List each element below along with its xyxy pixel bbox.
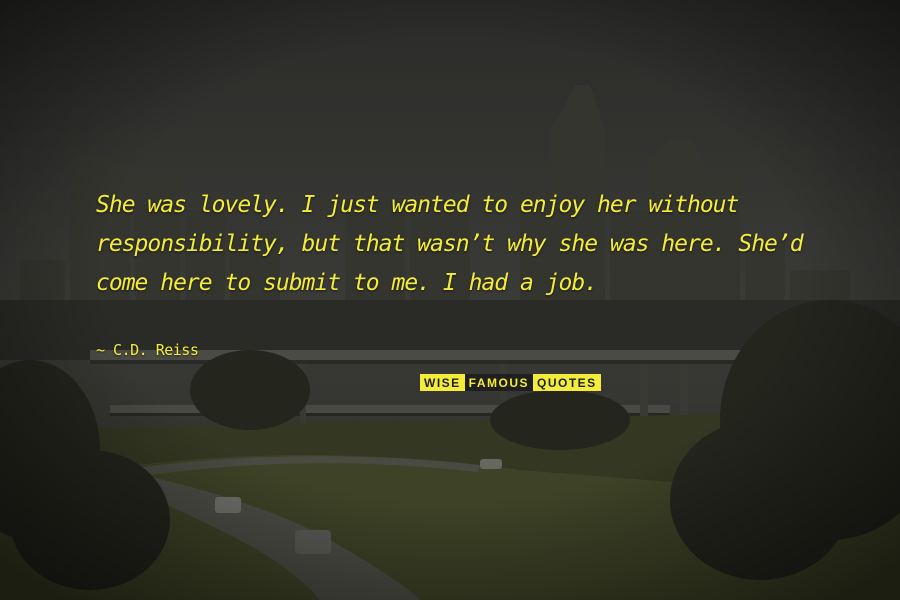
quote-line-1: She was lovely. I just wanted to enjoy h… [96,192,739,218]
watermark-part-famous: FAMOUS [464,374,534,391]
watermark-part-quotes: QUOTES [533,374,601,391]
wisefamousquotes-watermark: WISE FAMOUS QUOTES [420,374,620,391]
quote-text: She was lovely. I just wanted to enjoy h… [96,186,836,303]
watermark-part-wise: WISE [420,374,465,391]
quote-image: She was lovely. I just wanted to enjoy h… [0,0,900,600]
quote-line-3: come here to submit to me. I had a job. [96,270,598,296]
quote-line-2: responsibility, but that wasn’t why she … [96,231,804,257]
quote-author: ~ C.D. Reiss [96,341,199,359]
